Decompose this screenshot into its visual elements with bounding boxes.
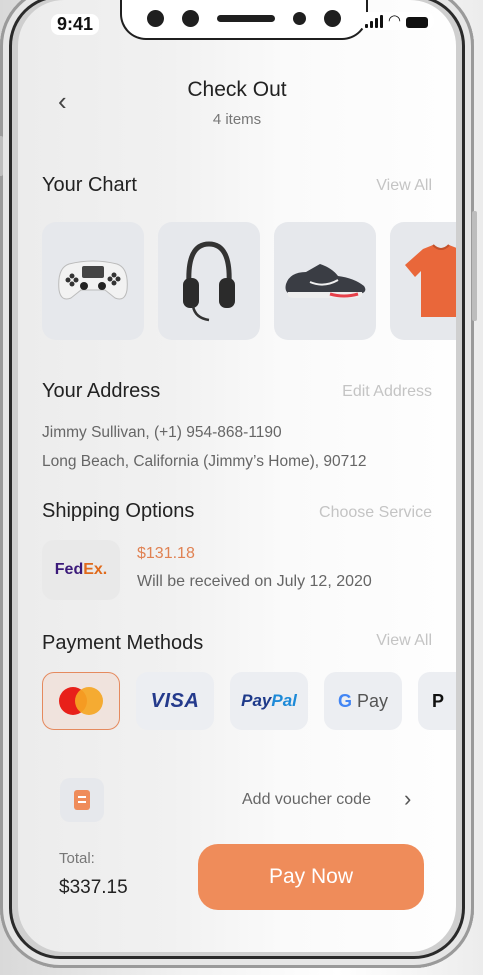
t-shirt-icon <box>405 244 456 317</box>
side-button <box>0 136 3 176</box>
notch-dot <box>182 9 199 27</box>
cart-item-controller[interactable] <box>42 222 144 340</box>
game-controller-icon <box>58 260 128 300</box>
apple-pay-text: P <box>432 690 445 711</box>
cart-item-sneaker[interactable] <box>274 222 376 340</box>
status-time: 9:41 <box>51 14 100 35</box>
pay-now-button[interactable]: Pay Now <box>198 844 424 910</box>
google-pay-text: Pay <box>351 690 389 711</box>
notch <box>120 0 368 40</box>
payment-google-pay[interactable]: G Pay <box>324 672 402 730</box>
signal-icon <box>364 14 383 28</box>
paypal-logo-pal: Pal <box>271 691 297 710</box>
apple-pay-logo: P <box>432 691 444 712</box>
chevron-right-icon[interactable]: › <box>404 786 411 812</box>
add-voucher-link[interactable]: Add voucher code <box>242 791 371 809</box>
payment-apple-pay[interactable]: P <box>418 672 456 730</box>
notch-dot <box>324 9 341 27</box>
cart-item-t-shirt[interactable] <box>390 222 456 340</box>
cart-heading: Your Chart <box>42 174 137 196</box>
app-screen: 9:41 ◠ ‹ Check Out 4 items Your Chart Vi… <box>18 0 456 952</box>
notch-dot <box>293 11 306 25</box>
paypal-logo-pay: Pay <box>241 691 272 710</box>
fedex-logo-fe: Fed <box>54 561 84 578</box>
page-title: Check Out <box>187 78 287 101</box>
shipping-heading: Shipping Options <box>42 500 195 522</box>
address-name-phone: Jimmy Sullivan, (+1) 954-868-1190 <box>42 424 282 441</box>
paypal-logo: PayPal <box>241 691 297 711</box>
address-location: Long Beach, California (Jimmy’s Home), 9… <box>42 453 367 470</box>
sneaker-icon <box>285 264 366 298</box>
payment-mastercard[interactable] <box>42 672 120 730</box>
payment-view-all-link[interactable]: View All <box>376 632 432 650</box>
visa-logo: VISA <box>150 689 200 712</box>
shipping-eta: Will be received on July 12, 2020 <box>137 573 372 590</box>
voucher-icon[interactable] <box>60 778 104 822</box>
payment-methods: VISA PayPal G Pay P <box>42 672 456 730</box>
wifi-icon: ◠ <box>387 12 401 29</box>
receipt-icon <box>74 790 90 810</box>
item-count: 4 items <box>212 111 262 128</box>
notch-dot <box>147 9 164 27</box>
payment-heading: Payment Methods <box>42 632 204 654</box>
total-label: Total: <box>59 850 95 867</box>
choose-service-link[interactable]: Choose Service <box>319 504 432 522</box>
cart-item-headphones[interactable] <box>158 222 260 340</box>
payment-paypal[interactable]: PayPal <box>230 672 308 730</box>
address-heading: Your Address <box>42 380 161 402</box>
headphones-icon <box>183 241 235 322</box>
status-icons: ◠ <box>358 12 434 30</box>
battery-icon <box>406 17 428 28</box>
notch-speaker <box>217 14 275 22</box>
cart-items <box>42 222 456 340</box>
edit-address-link[interactable]: Edit Address <box>342 383 432 401</box>
fedex-logo[interactable]: Fed Ex. <box>42 540 120 600</box>
cart-view-all-link[interactable]: View All <box>376 177 432 195</box>
mastercard-icon <box>59 687 103 715</box>
side-button <box>472 211 477 321</box>
total-value: $337.15 <box>59 877 128 898</box>
google-pay-logo: G Pay <box>338 691 388 712</box>
fedex-logo-ex: Ex. <box>83 561 108 578</box>
google-g-icon: G <box>337 690 352 711</box>
shipping-price: $131.18 <box>137 545 195 562</box>
payment-visa[interactable]: VISA <box>136 672 214 730</box>
